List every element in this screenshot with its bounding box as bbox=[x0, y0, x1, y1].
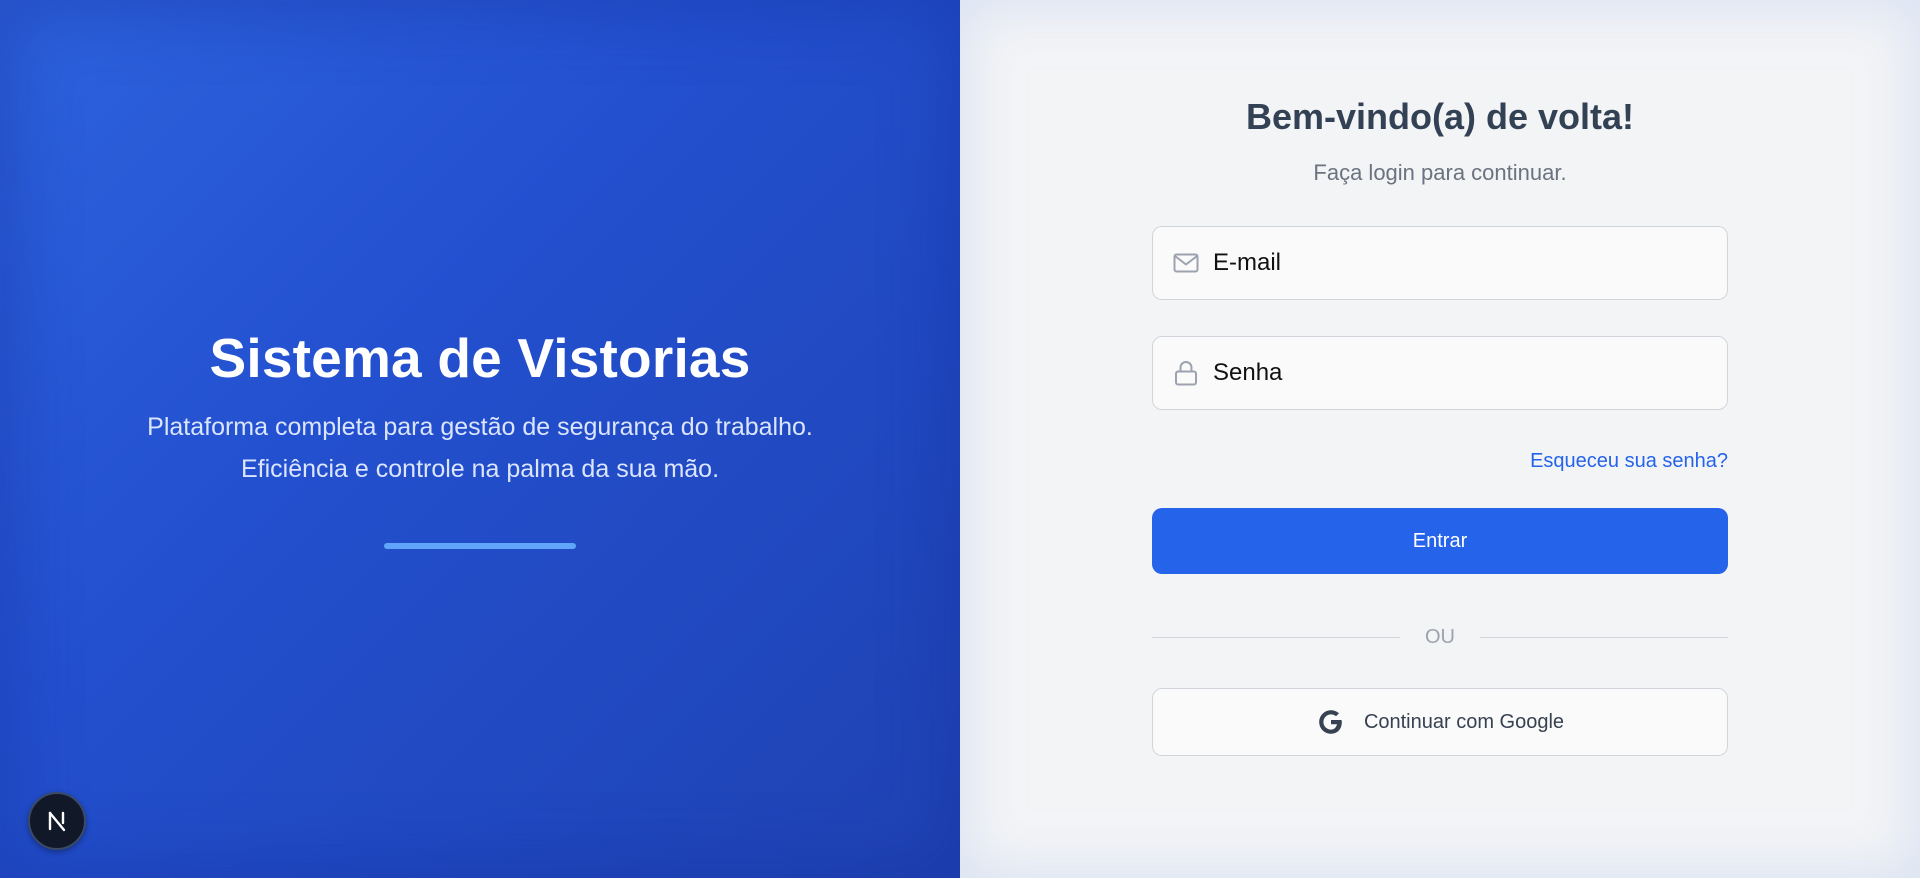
email-field[interactable] bbox=[1152, 226, 1728, 300]
google-button-label: Continuar com Google bbox=[1363, 710, 1565, 733]
hero-panel: Sistema de Vistorias Plataforma completa… bbox=[0, 0, 960, 878]
email-input[interactable] bbox=[1213, 243, 1713, 283]
login-panel: Bem-vindo(a) de volta! Faça login para c… bbox=[960, 0, 1920, 878]
login-subtitle: Faça login para continuar. bbox=[1313, 160, 1567, 185]
hero-content: Sistema de Vistorias Plataforma completa… bbox=[0, 322, 960, 490]
forgot-password-row: Esqueceu sua senha? bbox=[1152, 448, 1728, 474]
lock-icon bbox=[1171, 358, 1201, 388]
hero-description: Plataforma completa para gestão de segur… bbox=[147, 413, 813, 483]
welcome-heading: Bem-vindo(a) de volta! bbox=[1245, 96, 1635, 137]
divider-line-left bbox=[1152, 636, 1400, 638]
nextjs-dev-badge[interactable] bbox=[28, 792, 86, 850]
hero-title: Sistema de Vistorias bbox=[209, 327, 751, 389]
google-login-button[interactable]: Continuar com Google bbox=[1152, 688, 1728, 756]
or-divider: OU bbox=[1152, 624, 1728, 650]
password-input[interactable] bbox=[1213, 353, 1713, 393]
divider-label: OU bbox=[1425, 625, 1455, 648]
hero-accent-line bbox=[384, 543, 576, 549]
login-button[interactable]: Entrar bbox=[1152, 508, 1728, 574]
mail-icon bbox=[1171, 248, 1201, 278]
forgot-password-link[interactable]: Esqueceu sua senha? bbox=[1530, 450, 1728, 472]
divider-line-right bbox=[1480, 636, 1728, 638]
google-icon bbox=[1316, 707, 1346, 737]
nextjs-icon bbox=[48, 811, 66, 832]
login-form: Bem-vindo(a) de volta! Faça login para c… bbox=[1152, 90, 1728, 756]
password-field[interactable] bbox=[1152, 336, 1728, 410]
